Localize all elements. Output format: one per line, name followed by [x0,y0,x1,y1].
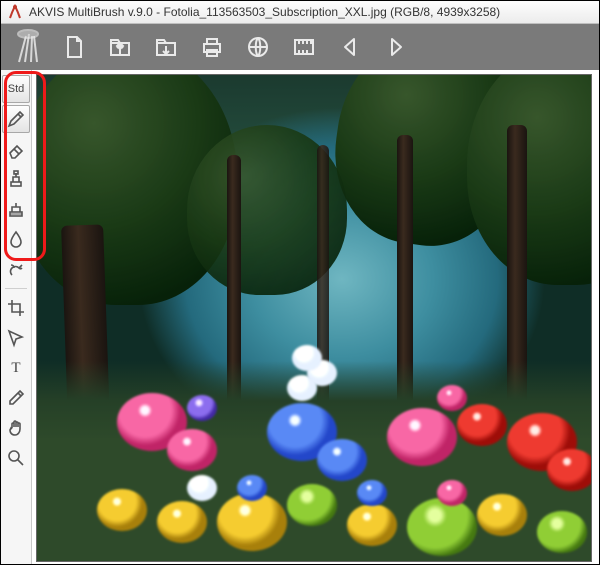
standard-mode-button[interactable]: Std [2,75,30,103]
app-icon [7,4,23,20]
move-tool[interactable] [2,324,30,352]
painting-image [37,75,591,561]
tool-sidebar: Std [1,70,32,564]
app-window: AKVIS MultiBrush v.9.0 - Fotolia_1135635… [0,0,600,565]
eyedropper-tool[interactable] [2,384,30,412]
text-tool[interactable]: T [2,354,30,382]
back-button[interactable] [329,26,371,68]
hand-tool[interactable] [2,414,30,442]
image-canvas[interactable] [36,74,592,562]
canvas-area [32,70,599,564]
forward-button[interactable] [375,26,417,68]
blur-tool[interactable] [2,225,30,253]
crop-tool[interactable] [2,294,30,322]
chameleon-brush-tool[interactable] [2,195,30,223]
sidebar-separator [5,288,27,289]
new-button[interactable] [53,26,95,68]
save-button[interactable] [145,26,187,68]
eraser-tool[interactable] [2,135,30,163]
zoom-tool[interactable] [2,444,30,472]
clone-stamp-tool[interactable] [2,165,30,193]
akvis-logo-icon [7,26,49,68]
measure-button[interactable] [283,26,325,68]
window-title: AKVIS MultiBrush v.9.0 - Fotolia_1135635… [29,5,500,19]
publish-button[interactable] [237,26,279,68]
pencil-tool[interactable] [2,105,30,133]
print-button[interactable] [191,26,233,68]
workspace: Std [1,70,599,564]
smudge-tool[interactable] [2,255,30,283]
titlebar: AKVIS MultiBrush v.9.0 - Fotolia_1135635… [1,1,599,24]
main-toolbar [1,24,599,70]
open-button[interactable] [99,26,141,68]
